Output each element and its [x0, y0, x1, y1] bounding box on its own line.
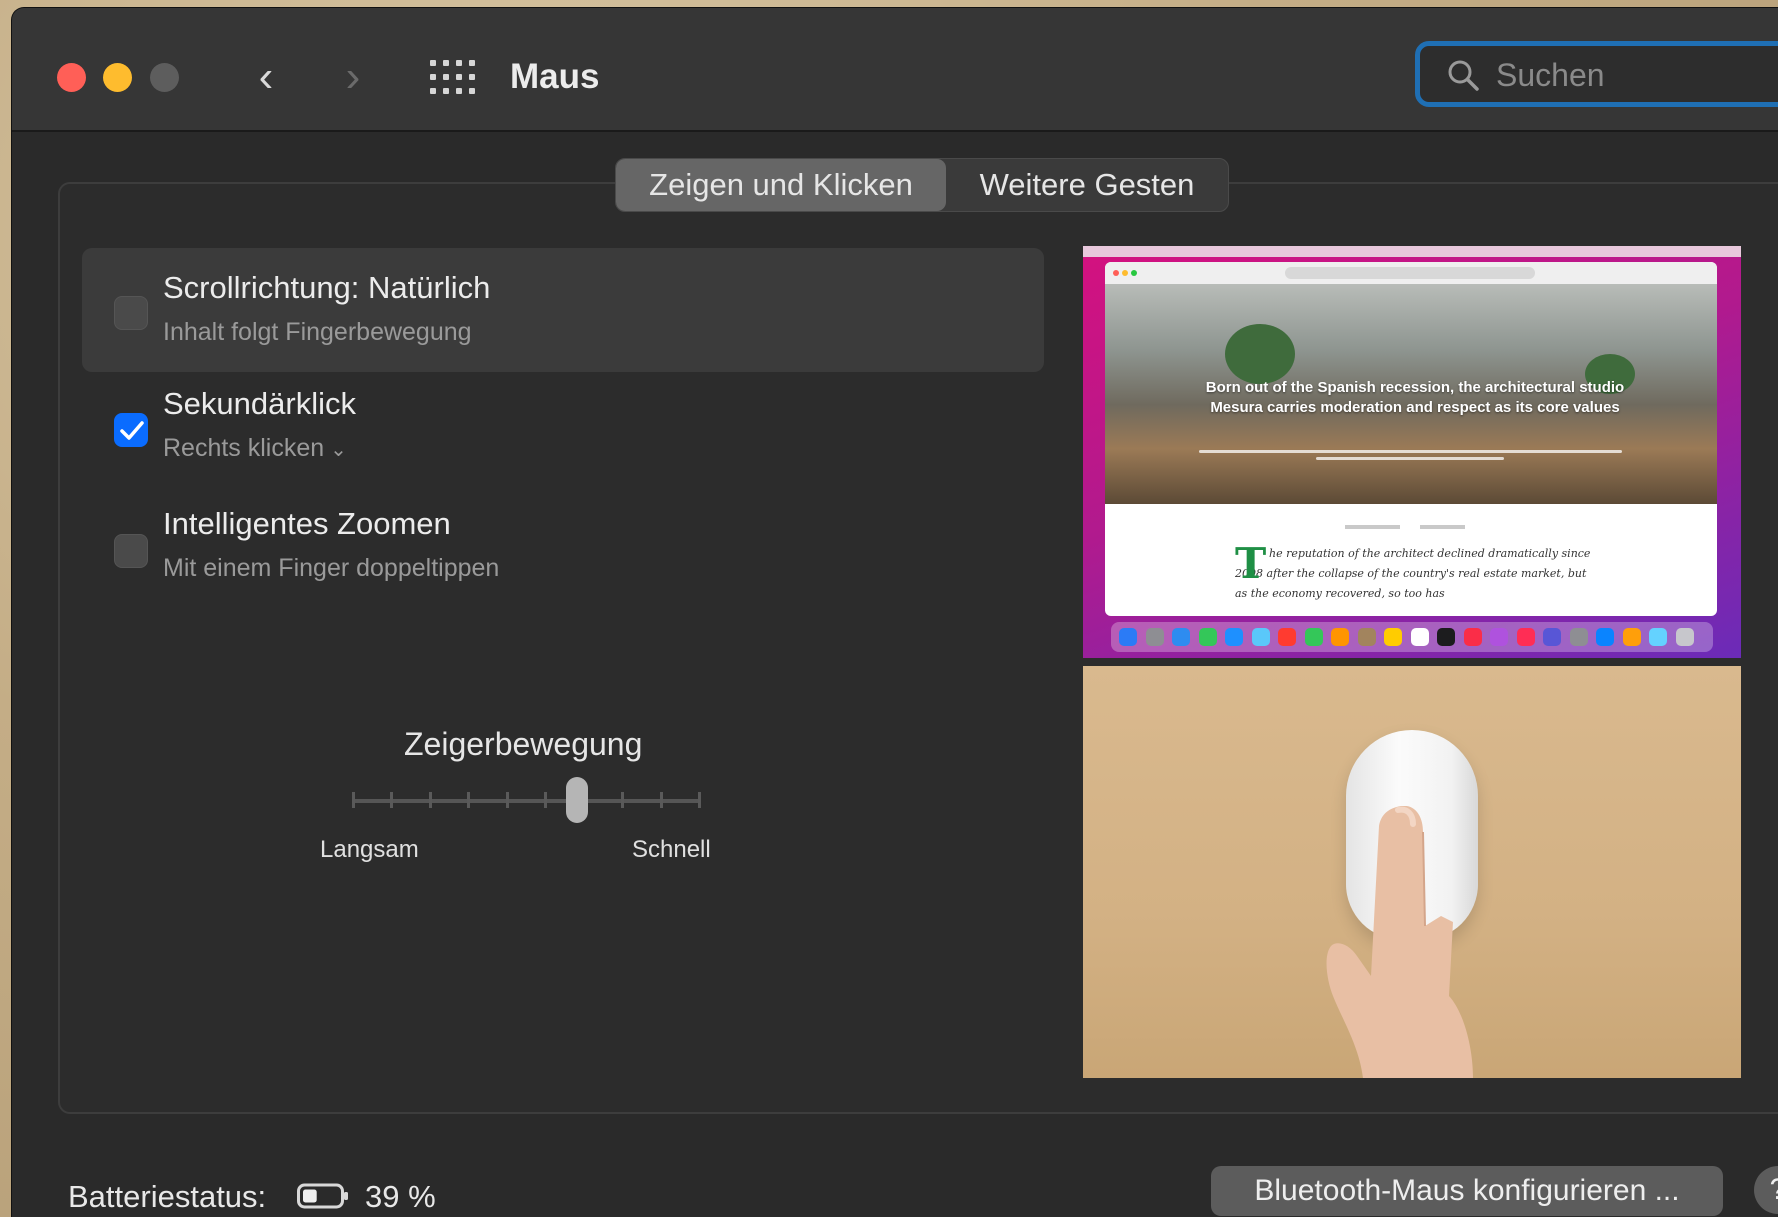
secondary-click-dropdown[interactable]: Rechts klicken ⌄: [163, 434, 347, 463]
slider-tick: [352, 792, 355, 808]
option-title: Scrollrichtung: Natürlich: [163, 270, 491, 305]
preview-browser: Born out of the Spanish recession, the a…: [1105, 262, 1717, 616]
checkmark-icon: [120, 421, 144, 440]
dock-app-icon: [1331, 628, 1349, 646]
dock-app-icon: [1384, 628, 1402, 646]
battery-percentage: 39 %: [365, 1179, 436, 1214]
smart-zoom-checkbox[interactable]: [114, 534, 148, 568]
dock-app-icon: [1675, 628, 1694, 646]
dock-app-icon: [1622, 628, 1641, 646]
plant-shape: [1225, 324, 1295, 384]
tab-bar: Zeigen und Klicken Weitere Gesten: [615, 158, 1229, 212]
back-chevron-icon[interactable]: ‹: [245, 52, 287, 102]
title-bar: ‹ › Maus: [12, 8, 1778, 132]
search-field[interactable]: [1415, 41, 1778, 107]
hand-shape: [1326, 806, 1473, 1078]
dock-app-icon: [1119, 628, 1137, 646]
option-title: Intelligentes Zoomen: [163, 506, 451, 541]
dock-app-icon: [1410, 628, 1429, 646]
slider-label: Zeigerbewegung: [404, 726, 643, 762]
dock-app-icon: [1357, 628, 1376, 646]
dock-app-icon: [1172, 628, 1190, 646]
preview-meta-line: [1345, 525, 1465, 529]
slider-tick: [698, 792, 701, 808]
preview-screen-image: Born out of the Spanish recession, the a…: [1083, 246, 1741, 658]
configure-bluetooth-mouse-button[interactable]: Bluetooth-Maus konfigurieren ...: [1211, 1166, 1723, 1216]
tab-weitere-gesten[interactable]: Weitere Gesten: [946, 159, 1228, 211]
search-icon: [1448, 60, 1479, 91]
battery-status-label: Batteriestatus:: [68, 1179, 267, 1214]
gesture-preview: Born out of the Spanish recession, the a…: [1083, 246, 1741, 1078]
preview-min-dot: [1122, 270, 1128, 276]
dock-app-icon: [1596, 628, 1614, 646]
battery-icon: [297, 1183, 348, 1209]
option-secondary-click[interactable]: Sekundärklick Rechts klicken ⌄: [82, 366, 1044, 490]
search-input[interactable]: [1494, 54, 1778, 96]
help-button[interactable]: ?: [1754, 1166, 1778, 1214]
preview-hero-subtext: [1175, 446, 1645, 460]
grid-icon[interactable]: [430, 60, 476, 94]
dock-app-icon: [1251, 628, 1270, 646]
preview-menubar: [1083, 246, 1741, 257]
option-subtitle: Mit einem Finger doppeltippen: [163, 554, 500, 582]
dock-app-icon: [1516, 628, 1535, 646]
dock-app-icon: [1437, 628, 1455, 646]
preview-hero-text: Born out of the Spanish recession, the a…: [1205, 379, 1625, 416]
dock-app-icon: [1649, 628, 1667, 646]
dock-app-icon: [1543, 628, 1561, 646]
preview-max-dot: [1131, 270, 1137, 276]
option-scroll-direction[interactable]: Scrollrichtung: Natürlich Inhalt folgt F…: [82, 248, 1044, 372]
slider-tick: [428, 792, 432, 808]
preview-url-bar: [1285, 267, 1535, 279]
chevron-down-icon: ⌄: [330, 439, 347, 461]
zoom-icon[interactable]: [150, 63, 179, 92]
dropdown-value: Rechts klicken: [163, 434, 325, 462]
slider-max-label: Schnell: [632, 836, 711, 863]
preview-mouse-image: [1083, 666, 1741, 1078]
dock-app-icon: [1225, 628, 1243, 646]
dock-app-icon: [1145, 628, 1164, 646]
minimize-icon[interactable]: [103, 63, 132, 92]
dock-app-icon: [1304, 628, 1323, 646]
slider-tick: [505, 792, 509, 808]
slider-min-label: Langsam: [320, 836, 419, 863]
scroll-direction-checkbox[interactable]: [114, 296, 148, 330]
dock-app-icon: [1278, 628, 1296, 646]
option-subtitle: Inhalt folgt Fingerbewegung: [163, 318, 472, 346]
preview-article-text: he reputation of the architect declined …: [1235, 547, 1591, 600]
preview-close-dot: [1113, 270, 1119, 276]
window-title: Maus: [510, 57, 600, 96]
slider-tick: [659, 792, 663, 808]
slider-tick: [390, 792, 394, 808]
slider-tick: [621, 792, 625, 808]
preview-hero-image: Born out of the Spanish recession, the a…: [1105, 284, 1717, 504]
dock-app-icon: [1198, 628, 1217, 646]
slider-tick: [544, 792, 548, 808]
slider-knob[interactable]: [565, 777, 588, 823]
tab-zeigen-und-klicken[interactable]: Zeigen und Klicken: [616, 159, 946, 211]
secondary-click-checkbox[interactable]: [114, 413, 148, 447]
option-title: Sekundärklick: [163, 386, 356, 421]
dock-app-icon: [1463, 628, 1482, 646]
close-icon[interactable]: [57, 63, 86, 92]
preview-dropcap: T: [1235, 539, 1267, 588]
option-smart-zoom[interactable]: Intelligentes Zoomen Mit einem Finger do…: [82, 486, 1044, 610]
preview-dock: [1111, 622, 1713, 652]
tracking-speed-slider[interactable]: [352, 799, 700, 803]
dock-app-icon: [1569, 628, 1588, 646]
preview-browser-bar: [1105, 262, 1717, 284]
slider-tick: [467, 792, 471, 808]
preferences-window: ‹ › Maus Zeigen und Klicken Weitere Gest…: [12, 8, 1778, 1217]
dock-app-icon: [1490, 628, 1508, 646]
forward-chevron-icon[interactable]: ›: [332, 52, 374, 102]
